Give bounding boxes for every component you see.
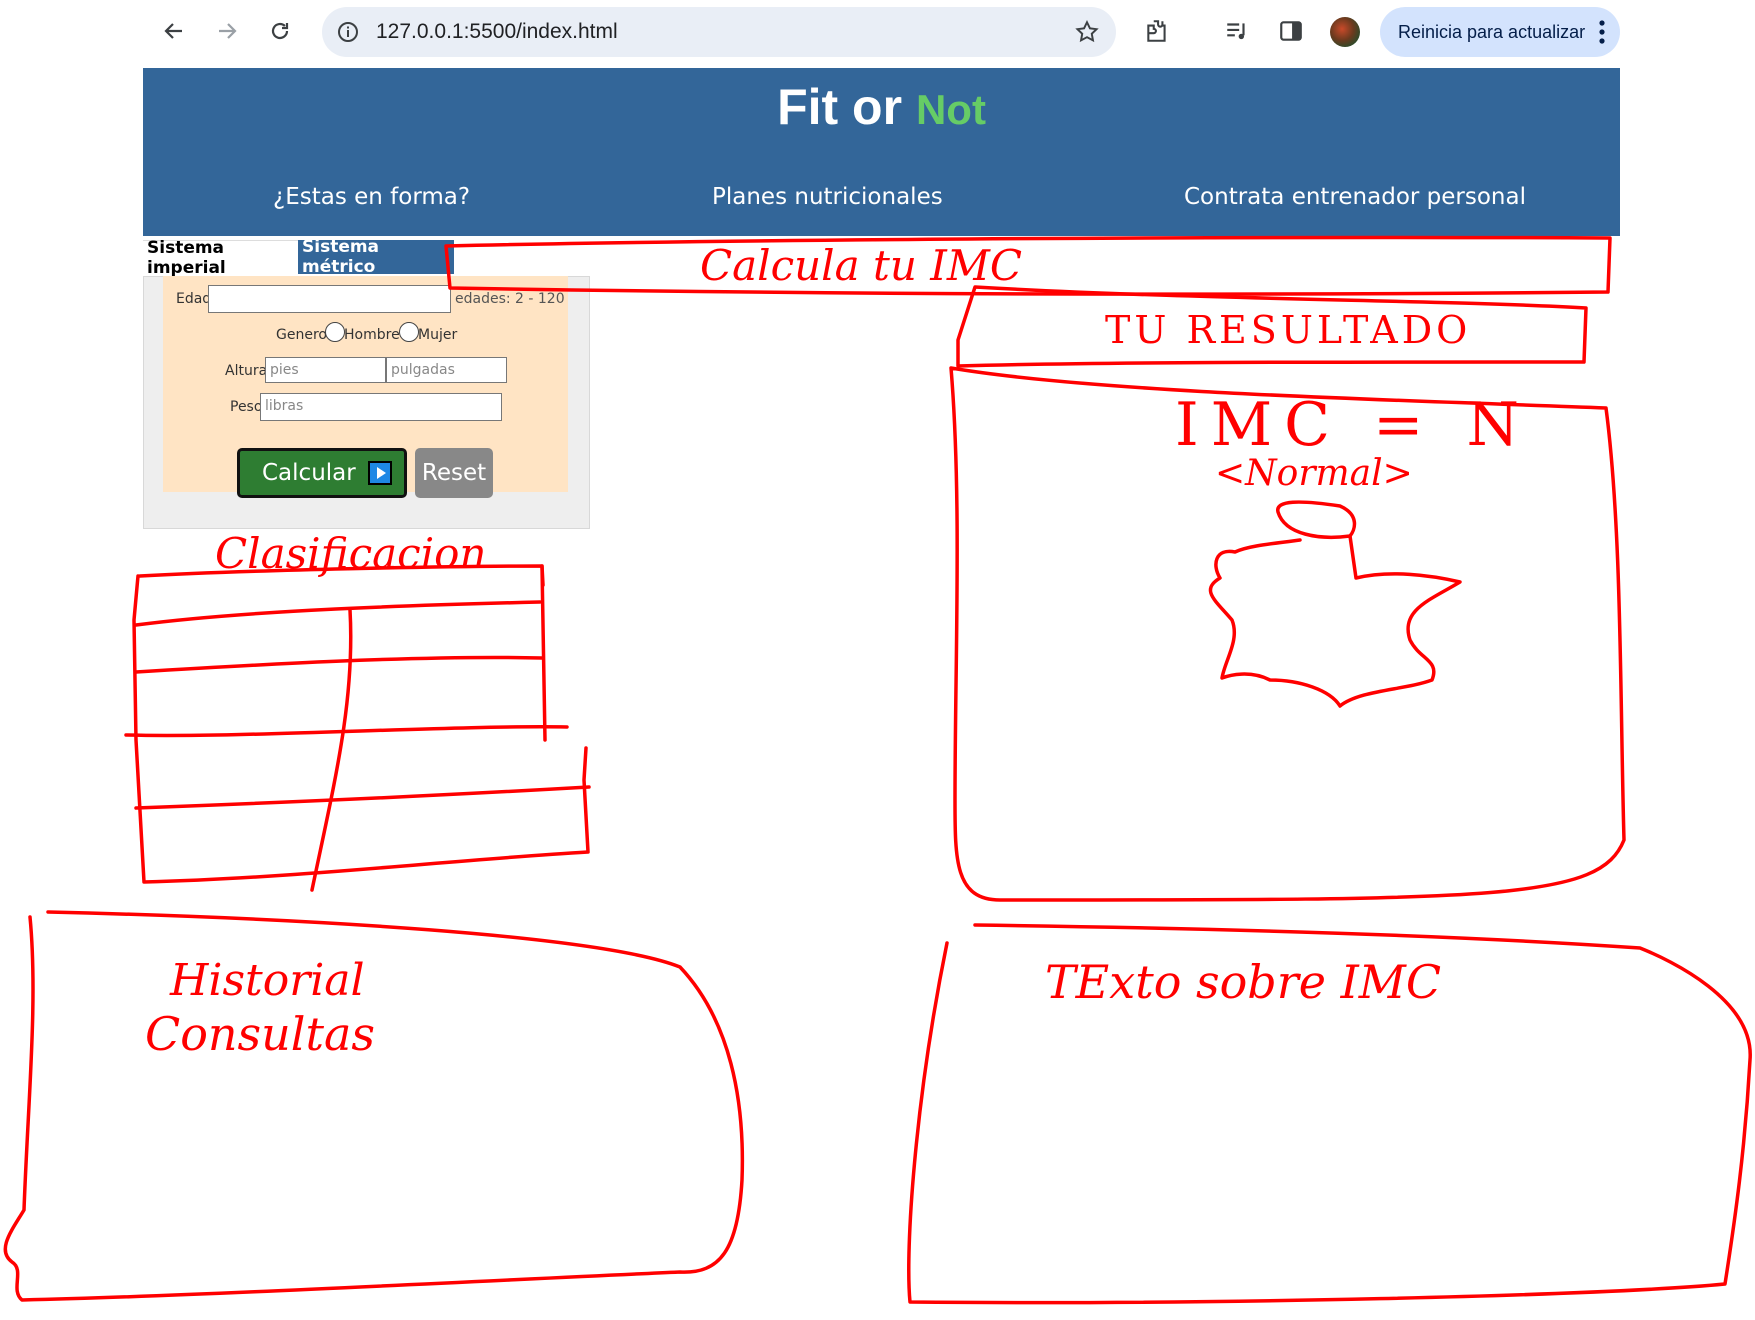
sketch-overlay: Calcula tu IMC TU RESULTADO IMC = N <Nor… bbox=[3, 235, 1752, 1305]
sketch-history-line2: Consultas bbox=[145, 1007, 375, 1061]
sketch-bmi-text-title: TExto sobre IMC bbox=[1045, 955, 1441, 1009]
sketch-result-title: TU RESULTADO bbox=[1105, 308, 1471, 352]
sketch-result-category: <Normal> bbox=[1215, 453, 1413, 494]
classification-table bbox=[132, 564, 590, 884]
sketch-result-formula: IMC = N bbox=[1175, 390, 1531, 460]
calc-title-box bbox=[444, 235, 1612, 296]
result-figure-head bbox=[1276, 500, 1357, 539]
sketch-classification-title: Clasificacion bbox=[215, 529, 486, 578]
history-box bbox=[3, 910, 745, 1302]
sketch-history-line1: Historial bbox=[169, 955, 365, 1006]
result-figure-blob bbox=[1208, 534, 1462, 708]
sketch-calc-title: Calcula tu IMC bbox=[700, 241, 1022, 290]
